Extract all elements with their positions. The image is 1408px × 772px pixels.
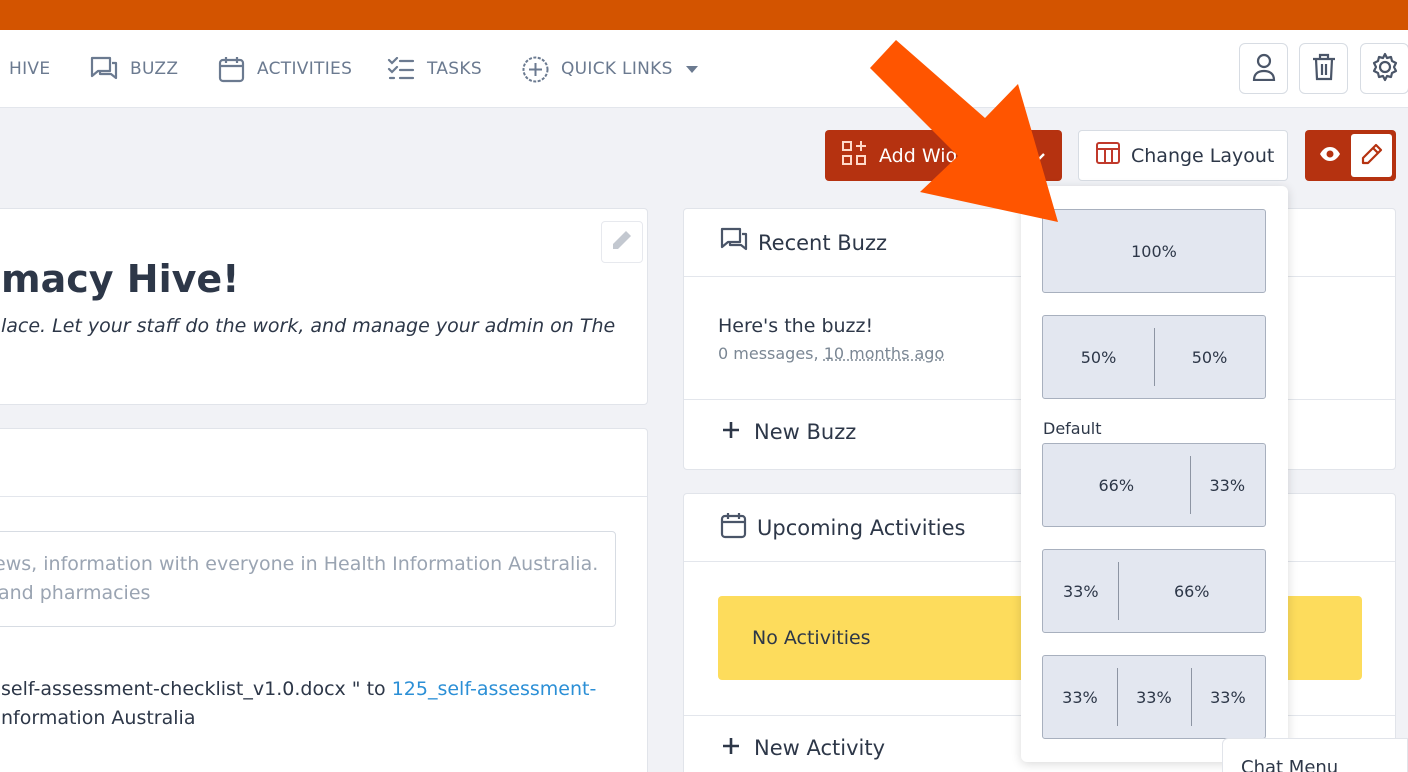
checklist-icon [387,57,415,81]
buzz-item-meta: 0 messages, 10 months ago [718,344,944,363]
post-placeholder-line-2: s and pharmacies [0,582,151,604]
activity-text-prefix: self-assessment-checklist_v1.0.docx " to [1,678,392,700]
buzz-message-count: 0 messages, [718,344,819,363]
view-edit-toggle[interactable] [1305,130,1396,181]
nav-buzz[interactable]: BUZZ [90,30,178,108]
layout-option-50-50[interactable]: 50% 50% [1042,315,1266,399]
change-layout-label: Change Layout [1131,144,1275,167]
default-layout-label: Default [1043,419,1102,438]
trash-button[interactable] [1299,43,1348,94]
layout-col: 33% [1062,581,1099,601]
post-placeholder-line-1: news, information with everyone in Healt… [0,553,599,575]
layout-option-100[interactable]: 100% [1042,209,1266,293]
nav-activities[interactable]: ACTIVITIES [218,30,352,108]
welcome-title: macy Hive! [1,257,240,301]
buzz-item-title[interactable]: Here's the buzz! [718,315,873,337]
new-activity-label: New Activity [754,736,886,760]
profile-button[interactable] [1239,43,1288,94]
settings-button[interactable] [1360,43,1408,94]
annotation-arrow [870,40,1058,222]
upcoming-activities-title: Upcoming Activities [757,515,966,540]
trash-icon [1312,53,1336,85]
main-navbar: HIVE BUZZ ACTIVITIES TASKS QUICK LINKS [0,30,1408,108]
divider [0,496,647,497]
pencil-icon [1361,143,1383,169]
change-layout-button[interactable]: Change Layout [1078,130,1288,181]
new-buzz-label: New Buzz [754,420,857,444]
chat-menu-button[interactable]: Chat Menu [1222,738,1408,772]
nav-buzz-label: BUZZ [130,59,179,79]
nav-hive-label: HIVE [9,59,51,79]
activity-text-line-2: nformation Australia [1,707,196,729]
new-activity-button[interactable]: New Activity [722,736,885,760]
layout-option-33-33-33[interactable]: 33% 33% 33% [1042,655,1266,739]
plus-icon [722,420,740,444]
post-input[interactable]: news, information with everyone in Healt… [0,531,616,627]
nav-tasks-label: TASKS [427,59,482,79]
calendar-icon [218,56,245,83]
post-placeholder: news, information with everyone in Healt… [0,550,598,608]
plus-circle-icon [522,56,549,83]
chat-bubbles-icon [720,227,748,258]
layout-icon [1095,141,1121,170]
layout-option-33-66[interactable]: 33% 66% [1042,549,1266,633]
chevron-down-icon [685,64,699,74]
view-mode-button[interactable] [1309,134,1351,177]
layout-col: 33% [1190,656,1265,738]
no-activities-label: No Activities [752,627,871,649]
activity-file-link[interactable]: 125_self-assessment- [392,678,597,700]
layout-col: 33% [1062,687,1098,707]
new-buzz-button[interactable]: New Buzz [722,420,856,444]
buzz-timestamp: 10 months ago [823,344,945,363]
layout-col: 100% [1131,241,1177,261]
nav-tasks[interactable]: TASKS [387,30,482,108]
layout-dropdown: 100% 50% 50% Default 66% 33% 33% 66% 33%… [1021,186,1288,762]
post-widget: news, information with everyone in Healt… [0,428,648,772]
top-accent-bar [0,0,1408,30]
layout-col: 66% [1098,475,1135,495]
calendar-icon [720,512,747,544]
gear-icon [1370,52,1400,86]
layout-col: 33% [1116,656,1191,738]
layout-col: 50% [1080,347,1117,367]
eye-icon [1319,146,1341,166]
welcome-text: lace. Let your staff do the work, and ma… [1,315,616,337]
chat-bubbles-icon [90,56,118,82]
plus-icon [722,736,740,760]
nav-quick-links[interactable]: QUICK LINKS [522,30,699,108]
user-icon [1252,53,1276,85]
edit-widget-button[interactable] [601,221,643,263]
edit-mode-button[interactable] [1351,134,1392,177]
layout-col: 50% [1154,316,1265,398]
layout-option-66-33[interactable]: 66% 33% [1042,443,1266,527]
activity-feed-item: self-assessment-checklist_v1.0.docx " to… [1,675,596,733]
chat-menu-label: Chat Menu [1241,757,1339,772]
welcome-widget: macy Hive! lace. Let your staff do the w… [0,208,648,405]
layout-col: 33% [1189,444,1265,526]
recent-buzz-title: Recent Buzz [758,230,888,255]
pencil-icon [612,230,632,254]
nav-hive[interactable]: HIVE [9,30,50,108]
layout-col: 66% [1118,550,1265,632]
nav-quick-links-label: QUICK LINKS [561,59,673,79]
nav-activities-label: ACTIVITIES [257,59,353,79]
